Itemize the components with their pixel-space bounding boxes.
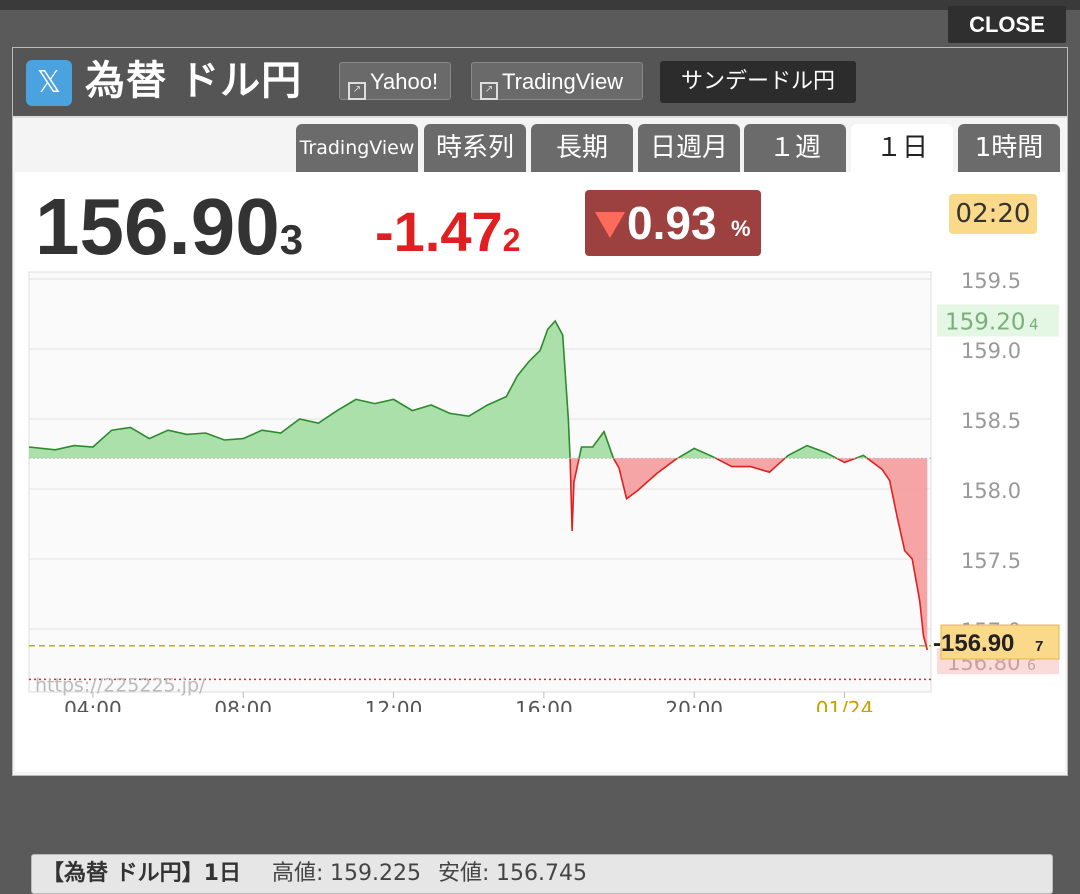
background-strip xyxy=(0,0,1080,10)
tab-long-term[interactable]: 長期 xyxy=(531,124,633,172)
x-logo-icon[interactable]: 𝕏 xyxy=(26,60,72,106)
low-value: 156.745 xyxy=(496,861,587,886)
tab-1day[interactable]: １日 xyxy=(851,124,953,172)
sunday-usdjpy-button[interactable]: サンデードル円 xyxy=(660,61,856,103)
tradingview-link-label: TradingView xyxy=(502,69,624,94)
y-tick-label: 158.5 xyxy=(961,409,1021,433)
stats-bar: 【為替 ドル円】1日 高値: 159.225 安値: 156.745 xyxy=(31,854,1053,894)
tab-1week[interactable]: １週 xyxy=(744,124,846,172)
tab-tradingview[interactable]: TradingView xyxy=(296,124,418,172)
low-marker-sub: 6 xyxy=(1027,658,1036,674)
price-chart[interactable]: 159.5159.0158.5158.0157.5157.004:0008:00… xyxy=(15,172,1065,712)
close-button[interactable]: CLOSE xyxy=(948,6,1066,43)
high-marker-sub: 4 xyxy=(1029,315,1039,333)
high-marker-label: 159.20 xyxy=(945,309,1025,335)
timeframe-tabs: TradingView 時系列 長期 日週月 １週 １日 1時間 xyxy=(13,124,1067,172)
y-tick-label: 158.0 xyxy=(961,479,1021,503)
tradingview-link-button[interactable]: ↗ TradingView xyxy=(471,62,643,100)
tab-1hour[interactable]: 1時間 xyxy=(958,124,1060,172)
external-link-icon: ↗ xyxy=(480,82,498,100)
x-tick-label: 01/24 xyxy=(816,697,874,712)
stats-label: 【為替 ドル円】1日 xyxy=(42,861,241,886)
x-tick-label: 08:00 xyxy=(214,697,272,712)
tab-day-week-month[interactable]: 日週月 xyxy=(638,124,740,172)
external-link-icon: ↗ xyxy=(348,82,366,100)
page-title: 為替 ドル円 xyxy=(85,59,303,103)
x-tick-label: 04:00 xyxy=(64,697,122,712)
y-tick-label: 159.5 xyxy=(961,269,1021,293)
y-tick-label: 159.0 xyxy=(961,339,1021,363)
title-bar: 𝕏 為替 ドル円 ↗ Yahoo! ↗ TradingView サンデードル円 xyxy=(13,48,1067,118)
x-tick-label: 20:00 xyxy=(665,697,723,712)
y-tick-label: 157.5 xyxy=(961,549,1021,573)
yahoo-link-label: Yahoo! xyxy=(370,69,439,94)
current-marker-label: -156.90 xyxy=(933,630,1014,657)
chart-panel: 𝕏 為替 ドル円 ↗ Yahoo! ↗ TradingView サンデードル円 Tr… xyxy=(12,47,1068,894)
high-label: 高値: xyxy=(272,861,324,886)
current-marker-sub: 7 xyxy=(1035,638,1043,655)
x-tick-label: 16:00 xyxy=(515,697,573,712)
x-tick-label: 12:00 xyxy=(365,697,423,712)
chart-area: 156.903 -1.472 0.93 % 02:20 159.5 159.0 15… xyxy=(15,172,1065,894)
tab-time-series[interactable]: 時系列 xyxy=(424,124,526,172)
high-value: 159.225 xyxy=(330,861,421,886)
watermark-text: https://225225.jp/ xyxy=(35,674,206,696)
yahoo-link-button[interactable]: ↗ Yahoo! xyxy=(339,62,451,100)
low-label: 安値: xyxy=(438,861,490,886)
